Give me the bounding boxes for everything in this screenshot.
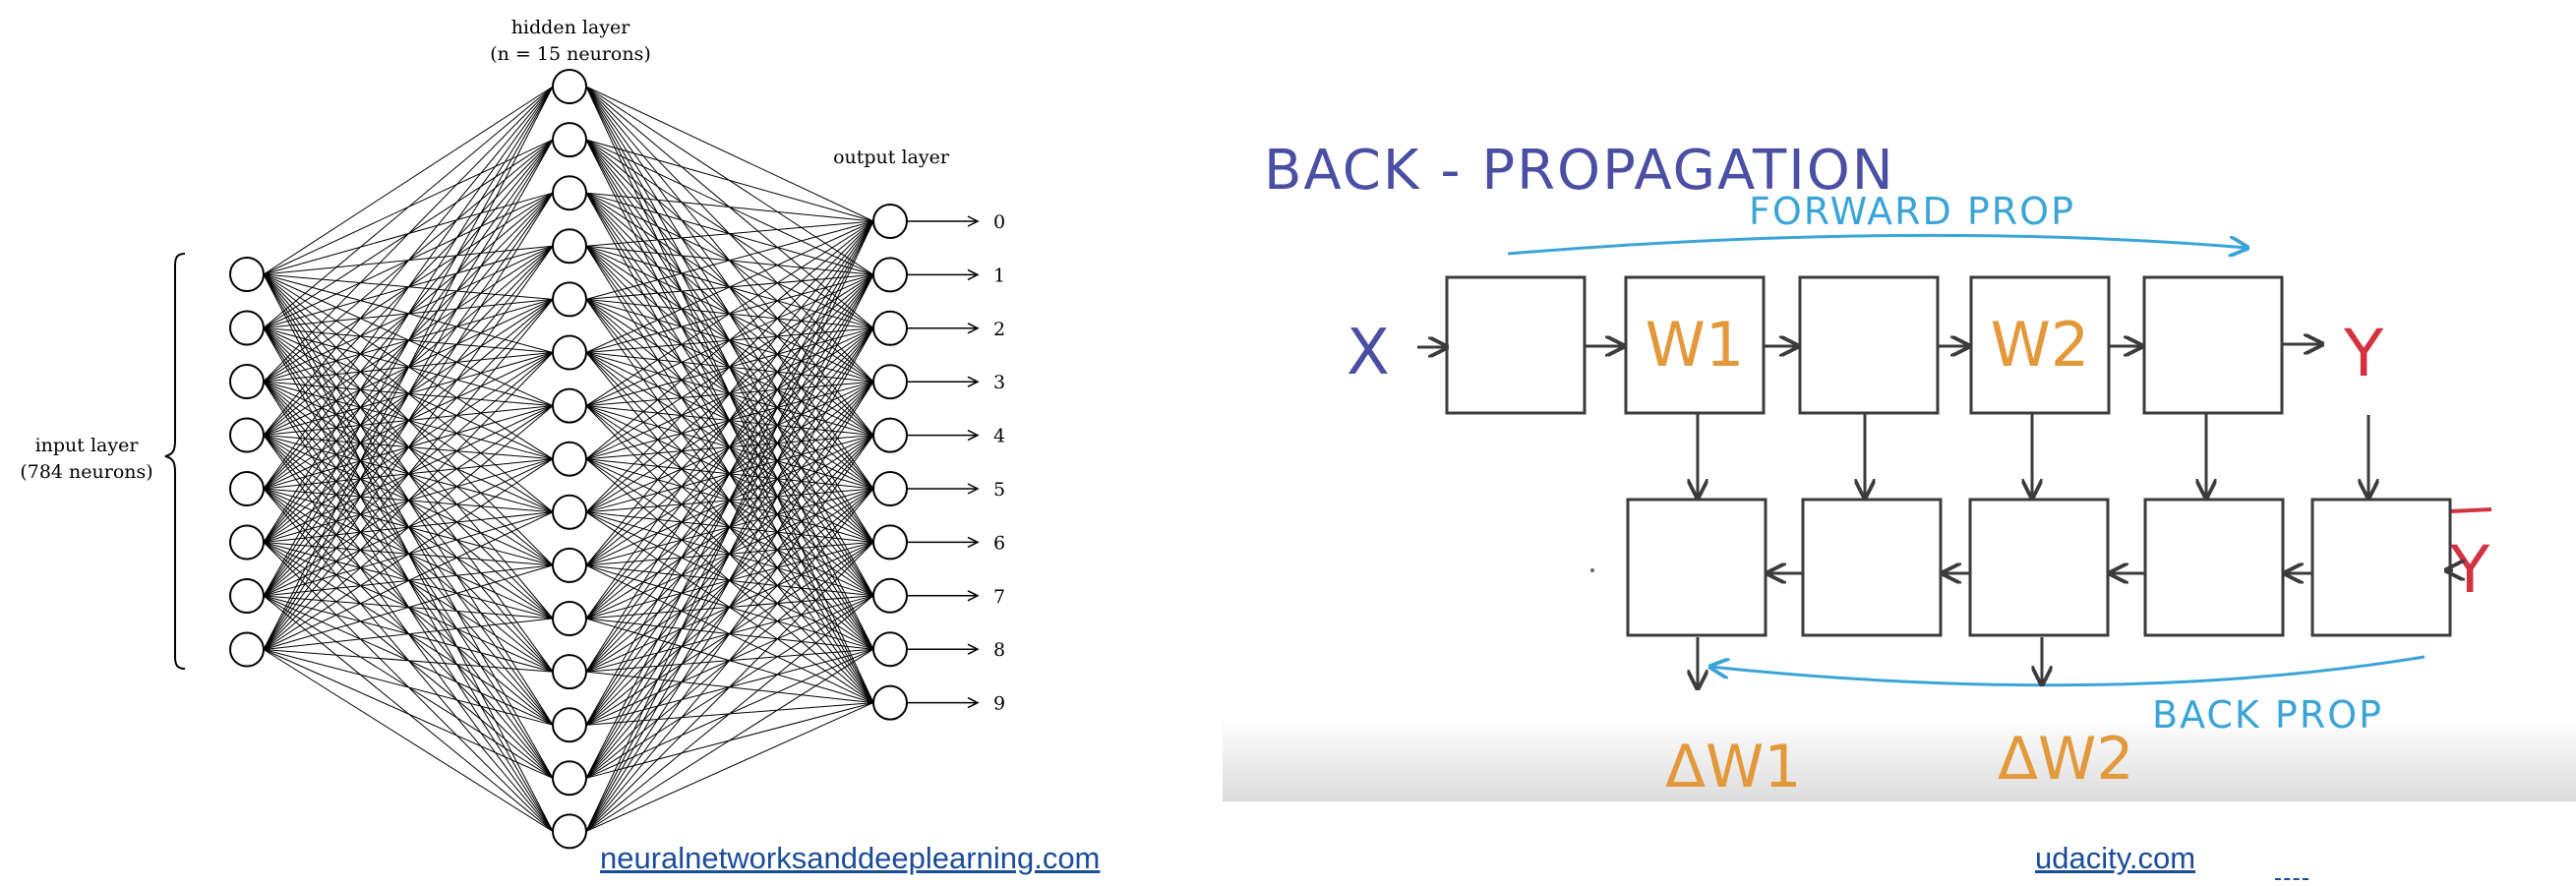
input-neuron	[229, 524, 265, 561]
output-label: 3	[993, 372, 1005, 393]
delta-w1-label: ΔW1	[1665, 733, 1802, 801]
output-label: 5	[993, 479, 1005, 501]
output-neuron	[872, 204, 908, 239]
hidden-neuron	[552, 760, 587, 797]
connection-line	[585, 327, 874, 832]
input-neuron	[229, 417, 265, 453]
output-arrows: 0 1 2 3 4 5 6 7 8 9	[907, 211, 1005, 715]
hidden-neuron	[552, 387, 587, 424]
stray-dot	[1590, 568, 1594, 572]
output-symbol: Y	[2343, 316, 2384, 391]
output-neuron	[872, 417, 908, 453]
output-layer-title: output layer	[833, 147, 950, 168]
input-neuron	[229, 471, 265, 506]
input-neuron	[229, 631, 265, 668]
connection-line	[585, 220, 874, 779]
connection-line	[585, 274, 874, 832]
delta-w2-label: ΔW2	[1998, 725, 2134, 794]
page-marker	[2275, 878, 2308, 882]
hidden-neuron	[552, 228, 587, 265]
hidden-neuron	[552, 122, 587, 158]
output-neuron	[872, 364, 908, 400]
input-neuron	[229, 257, 265, 292]
weight-label: W1	[1646, 309, 1745, 381]
hidden-neuron	[552, 334, 587, 371]
output-label: 7	[993, 586, 1005, 608]
hidden-neuron	[552, 547, 587, 583]
backprop-diagram: BACK - PROPAGATION FORWARD PROP X Y Y W1…	[1223, 0, 2576, 801]
connection-line	[585, 381, 874, 832]
output-neuron	[872, 471, 908, 506]
connection-line	[263, 86, 554, 328]
hidden-neuron	[552, 69, 587, 104]
target-symbol: Y	[2449, 532, 2490, 608]
input-brace	[164, 253, 186, 670]
back-prop-label: BACK PROP	[2152, 693, 2383, 737]
neuralnetworks-link[interactable]: neuralnetworksanddeeplearning.com	[600, 841, 1100, 876]
forward-prop-label: FORWARD PROP	[1749, 190, 2075, 233]
output-label: 1	[993, 265, 1005, 286]
weight-label: W2	[1991, 309, 2090, 381]
input-layer-subtitle: (784 neurons)	[20, 461, 152, 483]
output-neuron	[872, 631, 908, 668]
input-neuron	[229, 578, 265, 614]
connection-line	[263, 86, 554, 490]
connection-line	[585, 86, 874, 222]
input-layer-title: input layer	[35, 435, 140, 456]
output-label: 8	[993, 639, 1005, 661]
output-label: 2	[993, 319, 1005, 340]
connection-line	[263, 86, 554, 650]
input-symbol: X	[1347, 317, 1390, 389]
hidden-layer-subtitle: (n = 15 neurons)	[490, 43, 651, 65]
connection-line	[263, 649, 554, 832]
connection-line	[585, 435, 874, 832]
hidden-neuron	[552, 494, 587, 530]
hidden-neuron	[552, 654, 587, 690]
output-neuron	[872, 310, 908, 346]
output-label: 4	[993, 426, 1005, 447]
output-label: 9	[993, 693, 1005, 715]
hidden-neuron	[552, 175, 587, 211]
hidden-neuron	[552, 813, 587, 850]
target-bar	[2449, 507, 2492, 513]
input-neuron	[229, 364, 265, 399]
hidden-neuron	[552, 441, 587, 477]
connection-line	[263, 86, 554, 275]
neural-network-diagram: 0 1 2 3 4 5 6 7 8 9 hidden layer (n = 15 neurons)…	[20, 17, 1005, 850]
udacity-link[interactable]: udacity.com	[2035, 841, 2195, 876]
hidden-layer-title: hidden layer	[511, 17, 631, 38]
hidden-neuron	[552, 281, 587, 318]
connection-line	[263, 86, 554, 383]
output-neuron	[872, 524, 908, 561]
output-neuron	[872, 684, 908, 721]
hidden-neuron	[552, 601, 587, 636]
output-neuron	[872, 257, 908, 293]
output-label: 0	[993, 211, 1005, 233]
output-neuron	[872, 577, 908, 614]
input-neuron	[229, 310, 265, 346]
hidden-neuron	[552, 707, 587, 743]
output-label: 6	[993, 532, 1005, 554]
